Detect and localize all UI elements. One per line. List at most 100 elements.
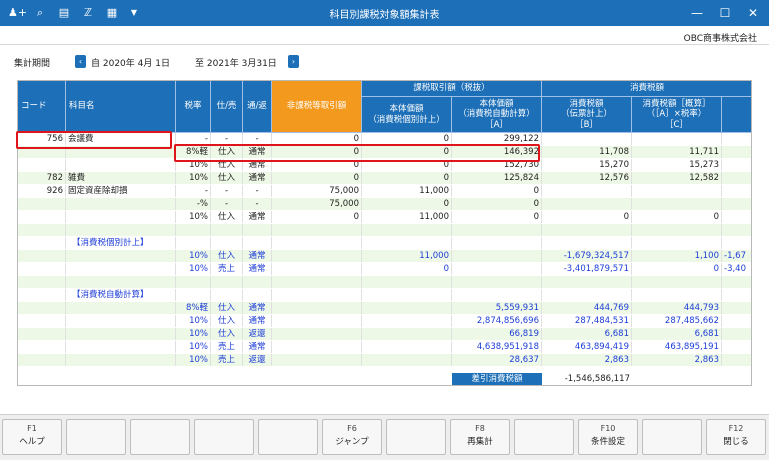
cell-account — [66, 224, 176, 236]
cell-tax1 — [542, 198, 632, 210]
table-row[interactable] — [18, 276, 751, 288]
cell-hontai2: 125,824 — [452, 172, 542, 184]
cell-shi — [211, 237, 243, 249]
table-row[interactable] — [18, 224, 751, 236]
cell-account — [66, 159, 176, 171]
cell-account — [66, 302, 176, 314]
function-key-label: 閉じる — [723, 437, 749, 447]
function-key-11[interactable] — [642, 419, 702, 455]
function-key-10[interactable]: F10 条件設定 — [578, 419, 638, 455]
cell-tax1: 444,769 — [542, 302, 632, 314]
cell-shi: 仕入 — [211, 172, 243, 184]
cell-hontai1 — [362, 341, 452, 353]
maximize-icon[interactable]: ☐ — [714, 4, 736, 22]
cell-tsu: 通常 — [243, 211, 272, 223]
cell-hontai2 — [452, 289, 542, 301]
cell-shi: 仕入 — [211, 211, 243, 223]
cell-hontai1: 11,000 — [362, 185, 452, 197]
cell-account — [66, 341, 176, 353]
cell-tax3 — [722, 211, 751, 223]
cell-tax2 — [632, 198, 722, 210]
function-key-12[interactable]: F12 閉じる — [706, 419, 766, 455]
function-key-9[interactable] — [514, 419, 574, 455]
function-key-number: F10 — [600, 424, 616, 433]
table-row[interactable]: 8%軽 仕入 通常 5,559,931 444,769 444,793 — [18, 302, 751, 314]
table-row[interactable]: 【消費税個別計上】 — [18, 237, 751, 249]
function-key-5[interactable] — [258, 419, 318, 455]
cell-code — [18, 211, 66, 223]
cell-nontax — [272, 276, 362, 288]
cell-tax1 — [542, 237, 632, 249]
cell-tax3 — [722, 198, 751, 210]
table-row[interactable]: 10% 売上 通常 4,638,951,918 463,894,419 463,895,1… — [18, 341, 751, 353]
cell-hontai2 — [452, 250, 542, 262]
close-icon[interactable]: ✕ — [742, 4, 764, 22]
cell-nontax: 0 — [272, 172, 362, 184]
cell-tax1: 287,484,531 — [542, 315, 632, 327]
table-row[interactable]: 10% 仕入 通常 2,874,856,696 287,484,531 287,485,6… — [18, 315, 751, 327]
header-tax3 — [722, 97, 751, 133]
table-row[interactable]: 【消費税自動計算】 — [18, 289, 751, 301]
cell-nontax: 75,000 — [272, 185, 362, 197]
cell-code — [18, 224, 66, 236]
function-key-7[interactable] — [386, 419, 446, 455]
cell-rate: 10% — [176, 328, 211, 340]
table-row[interactable]: 10% 仕入 通常 0 11,000 0 0 0 — [18, 211, 751, 223]
header-account: 科目名 — [66, 81, 176, 133]
function-key-1[interactable]: F1 ヘルプ — [2, 419, 62, 455]
cell-tax1: 463,894,419 — [542, 341, 632, 353]
cell-tax1 — [542, 185, 632, 197]
cell-tax2: 1,100 — [632, 250, 722, 262]
cell-code — [18, 263, 66, 275]
cell-tax1: 6,681 — [542, 328, 632, 340]
table-row[interactable]: 782 雑費 10% 仕入 通常 0 0 125,824 12,576 12,582 — [18, 172, 751, 184]
cell-tax2: 2,863 — [632, 354, 722, 366]
period-end: 至 2021年 3月31日 — [195, 59, 277, 69]
cell-nontax — [272, 354, 362, 366]
period-next-button[interactable]: › — [288, 55, 299, 68]
table-row[interactable]: 10% 売上 通常 0 -3,401,879,571 0 -3,40 — [18, 263, 751, 275]
cell-tax1: 11,708 — [542, 146, 632, 158]
cell-tsu — [243, 276, 272, 288]
cell-code — [18, 159, 66, 171]
table-row[interactable]: 10% 売上 返還 28,637 2,863 2,863 — [18, 354, 751, 366]
cell-account — [66, 354, 176, 366]
cell-hontai1 — [362, 354, 452, 366]
cell-code — [18, 237, 66, 249]
window-title: 科目別課税対象額集計表 — [329, 10, 440, 21]
function-key-6[interactable]: F6 ジャンプ — [322, 419, 382, 455]
cell-tax3 — [722, 289, 751, 301]
cell-code: 782 — [18, 172, 66, 184]
cell-tax3 — [722, 237, 751, 249]
summary-grid[interactable]: コード 科目名 税率 仕/売 通/返 非課税等取引額 課税取引額（税抜） 本体価… — [17, 80, 752, 386]
cell-code — [18, 276, 66, 288]
cell-hontai2 — [452, 237, 542, 249]
function-key-3[interactable] — [130, 419, 190, 455]
cell-tax1: 15,270 — [542, 159, 632, 171]
cell-tax2: 6,681 — [632, 328, 722, 340]
period-prev-button[interactable]: ‹ — [75, 55, 86, 68]
table-row[interactable]: 10% 仕入 通常 11,000 -1,679,324,517 1,100 -1,67 — [18, 250, 751, 262]
function-key-number: F1 — [27, 424, 37, 433]
cell-hontai1 — [362, 224, 452, 236]
cell-tax3 — [722, 172, 751, 184]
function-key-4[interactable] — [194, 419, 254, 455]
highlight-row — [174, 144, 540, 162]
table-row[interactable]: -% - -75,000 0 0 — [18, 198, 751, 210]
table-row[interactable]: 10% 仕入 返還 66,819 6,681 6,681 — [18, 328, 751, 340]
cell-account — [66, 328, 176, 340]
cell-hontai2 — [452, 276, 542, 288]
cell-tax1 — [542, 289, 632, 301]
cell-tsu: - — [243, 185, 272, 197]
function-key-8[interactable]: F8 再集計 — [450, 419, 510, 455]
function-key-number: F12 — [728, 424, 744, 433]
cell-tax2: 11,711 — [632, 146, 722, 158]
header-shi: 仕/売 — [211, 81, 243, 133]
header-nontax: 非課税等取引額 — [272, 81, 362, 133]
cell-code — [18, 198, 66, 210]
table-row[interactable]: 926 固定資産除却損 - - -75,000 11,000 0 — [18, 185, 751, 197]
cell-account — [66, 263, 176, 275]
minimize-icon[interactable]: — — [686, 4, 708, 22]
function-key-2[interactable] — [66, 419, 126, 455]
cell-tax2 — [632, 185, 722, 197]
